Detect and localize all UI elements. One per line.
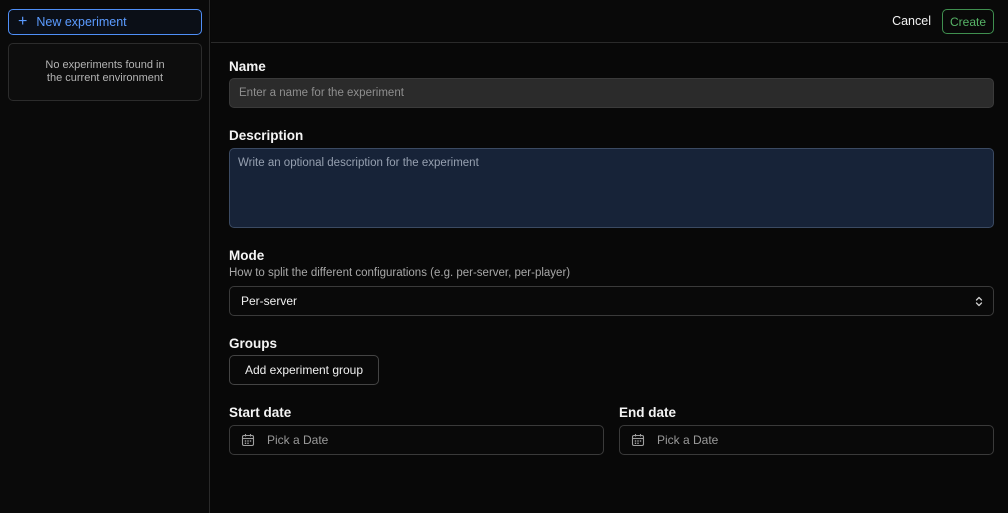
- create-button[interactable]: Create: [942, 9, 994, 34]
- add-experiment-group-button[interactable]: Add experiment group: [229, 355, 379, 385]
- calendar-icon: [241, 434, 255, 447]
- start-date-picker[interactable]: Pick a Date: [229, 425, 604, 455]
- groups-label: Groups: [229, 336, 278, 351]
- mode-selected-value: Per-server: [241, 294, 298, 308]
- description-textarea[interactable]: [229, 148, 994, 228]
- new-experiment-label: New experiment: [36, 15, 127, 29]
- mode-label: Mode: [229, 248, 265, 263]
- end-date-picker[interactable]: Pick a Date: [619, 425, 994, 455]
- cancel-button[interactable]: Cancel: [892, 14, 931, 28]
- name-label: Name: [229, 59, 266, 74]
- description-label: Description: [229, 128, 304, 143]
- mode-hint: How to split the different configuration…: [229, 267, 571, 279]
- experiments-app: + New experiment No experiments found in…: [0, 0, 1008, 513]
- plus-icon: +: [18, 12, 28, 30]
- empty-experiments-message: No experiments found in the current envi…: [8, 43, 202, 101]
- start-date-label: Start date: [229, 405, 292, 420]
- chevron-updown-icon: [975, 296, 983, 307]
- calendar-icon: [631, 434, 645, 447]
- start-date-placeholder: Pick a Date: [267, 433, 329, 447]
- end-date-label: End date: [619, 405, 677, 420]
- mode-select[interactable]: Per-server: [229, 286, 994, 316]
- new-experiment-button[interactable]: + New experiment: [8, 9, 202, 35]
- name-input[interactable]: [229, 78, 994, 108]
- top-bar: Cancel Create: [211, 0, 1008, 43]
- sidebar: + New experiment No experiments found in…: [0, 0, 210, 513]
- end-date-placeholder: Pick a Date: [657, 433, 719, 447]
